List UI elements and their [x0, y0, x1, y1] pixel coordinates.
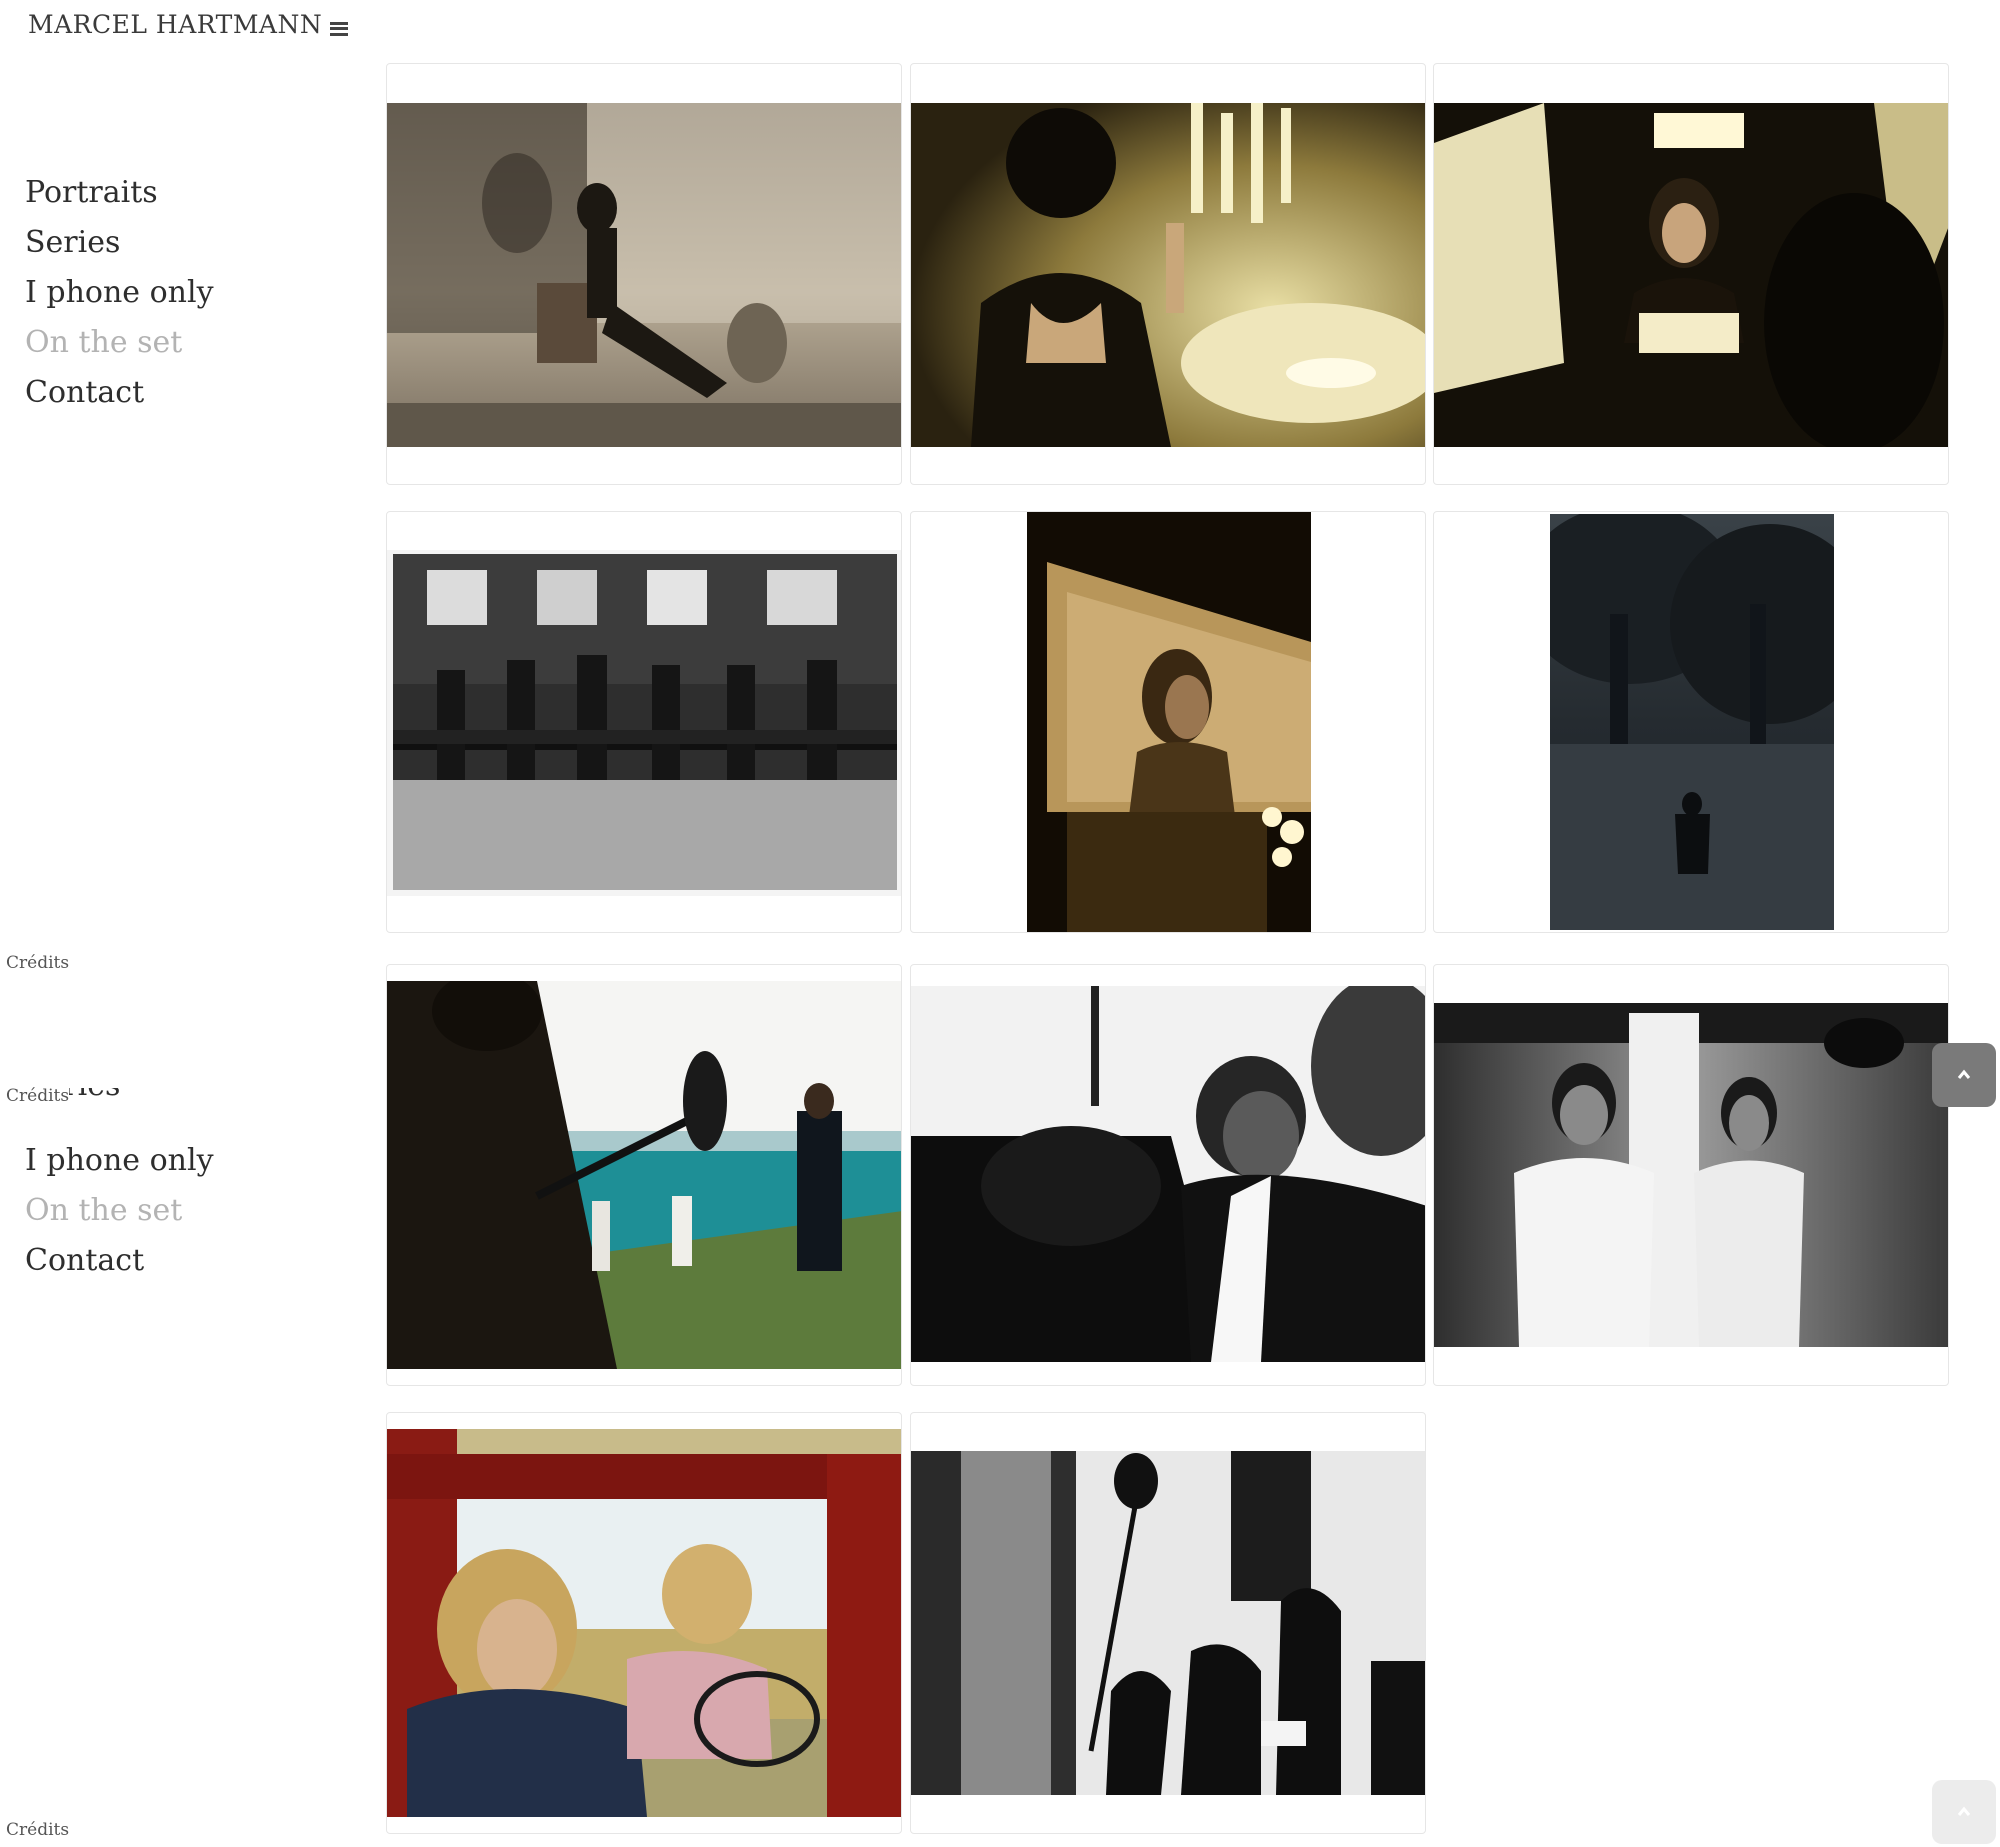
gallery-card[interactable] — [386, 63, 902, 485]
gallery-card[interactable] — [1433, 964, 1949, 1386]
photo-director-camera-scarf[interactable] — [911, 986, 1425, 1362]
nav-item-contact[interactable]: Contact — [25, 368, 214, 418]
gallery-card[interactable] — [1433, 511, 1949, 933]
sticky-nav-item-contact[interactable]: Contact — [25, 1236, 214, 1286]
nav-item-series[interactable]: Series — [25, 218, 214, 268]
sticky-nav-item-on-the-set[interactable]: On the set — [25, 1186, 214, 1236]
credits-link[interactable]: Crédits — [6, 953, 70, 973]
photo-men-carrying-rail-train[interactable] — [387, 550, 901, 896]
gallery-card[interactable] — [1433, 63, 1949, 485]
nav-item-portraits[interactable]: Portraits — [25, 168, 214, 218]
sticky-nav: I phone only On the set Contact — [25, 1136, 214, 1286]
credits-link-bottom[interactable]: Crédits — [6, 1820, 70, 1840]
gallery-card[interactable] — [910, 511, 1426, 933]
credits-link-sticky[interactable]: Crédits — [6, 1086, 70, 1106]
gallery-card[interactable] — [386, 1412, 902, 1834]
gallery-card[interactable] — [910, 63, 1426, 485]
site-title-text[interactable]: MARCEL HARTMANN — [28, 10, 322, 39]
gallery-card[interactable] — [386, 511, 902, 933]
photo-boom-operator-seaside[interactable] — [387, 981, 901, 1369]
gallery-card[interactable] — [386, 964, 902, 1386]
gallery-card[interactable] — [910, 964, 1426, 1386]
chevron-up-icon — [1957, 1069, 1971, 1079]
sticky-nav-item-iphone-only[interactable]: I phone only — [25, 1136, 214, 1186]
photo-bearded-man-window[interactable] — [1027, 512, 1311, 932]
nav-item-iphone-only[interactable]: I phone only — [25, 268, 214, 318]
photo-woman-mirror-lamp[interactable] — [1434, 103, 1948, 447]
site-title[interactable]: MARCEL HARTMANN — [28, 10, 349, 39]
photo-women-red-truck[interactable] — [387, 1429, 901, 1817]
photo-shadows-on-wall[interactable] — [911, 1451, 1425, 1795]
photo-woman-cigarette-dinner[interactable] — [911, 103, 1425, 447]
photo-woman-chair-fan[interactable] — [387, 103, 901, 447]
hamburger-icon[interactable] — [330, 21, 349, 36]
photo-man-walking-dark-park[interactable] — [1550, 514, 1834, 930]
photo-man-mirror-shirt[interactable] — [1434, 1003, 1948, 1347]
back-to-top-button[interactable] — [1932, 1043, 1996, 1107]
chevron-up-icon — [1957, 1806, 1971, 1816]
gallery-card[interactable] — [910, 1412, 1426, 1834]
main-nav: Portraits Series I phone only On the set… — [25, 168, 214, 418]
back-to-top-button-faded[interactable] — [1932, 1780, 1996, 1844]
nav-item-on-the-set[interactable]: On the set — [25, 318, 214, 368]
